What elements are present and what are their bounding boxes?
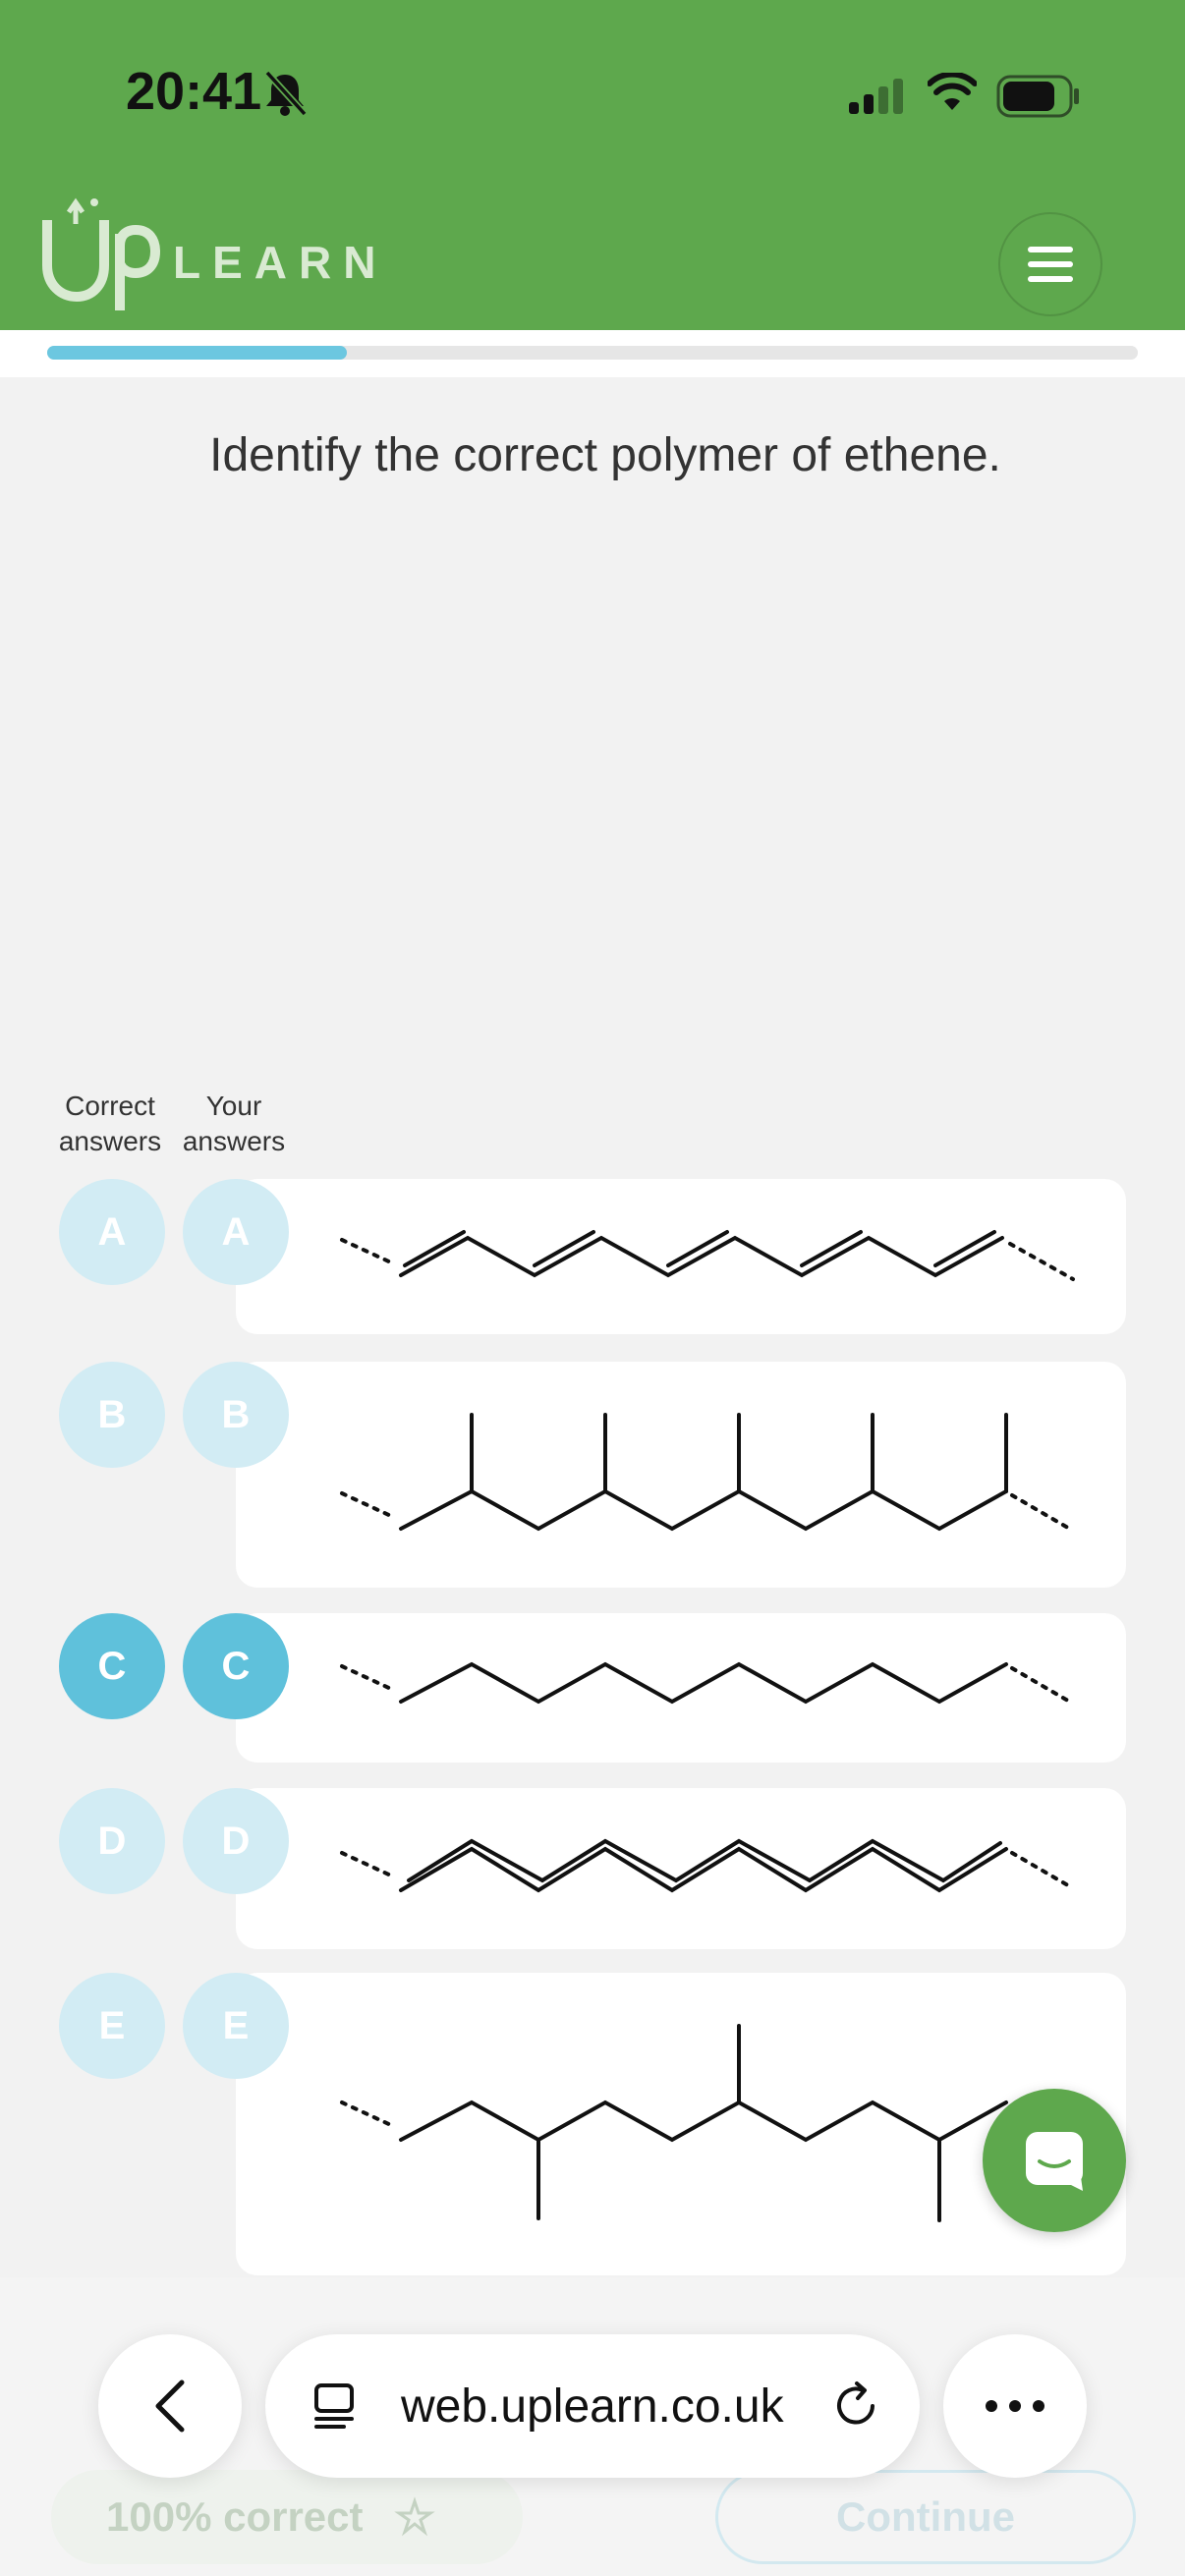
status-time: 20:41 xyxy=(126,62,262,121)
your-answers-label: Your answers xyxy=(175,1089,293,1159)
correct-badge-d: D xyxy=(59,1788,165,1894)
option-card-c[interactable] xyxy=(236,1613,1126,1763)
question-text: Identify the correct polymer of ethene. xyxy=(209,429,1001,481)
score-pill: 100% correct xyxy=(51,2470,523,2564)
structure-d-alternating-double-bonds xyxy=(340,1838,1075,1893)
menu-button[interactable] xyxy=(998,212,1102,316)
url-text: web.uplearn.co.uk xyxy=(401,2380,784,2433)
your-label-line2: answers xyxy=(182,1126,286,1156)
browser-more-button[interactable] xyxy=(943,2334,1087,2478)
chat-button[interactable] xyxy=(983,2089,1126,2232)
chat-icon xyxy=(1026,2132,1083,2191)
wifi-icon xyxy=(928,73,977,110)
browser-back-button[interactable] xyxy=(98,2334,242,2478)
menu-icon xyxy=(1028,247,1073,282)
score-label: 100% correct xyxy=(106,2493,364,2540)
progress-track xyxy=(47,346,1138,360)
option-card-b[interactable] xyxy=(236,1362,1126,1588)
battery-icon xyxy=(996,75,1079,118)
reload-icon[interactable] xyxy=(829,2380,882,2433)
your-answer-badge-c[interactable]: C xyxy=(183,1613,289,1719)
back-chevron-icon xyxy=(155,2380,185,2433)
correct-label-line2: answers xyxy=(58,1126,162,1156)
structure-b-polypropene xyxy=(340,1413,1075,1533)
correct-answers-label: Correct answers xyxy=(51,1089,169,1159)
ethene-structure-image xyxy=(367,724,931,848)
your-answer-badge-e[interactable]: E xyxy=(183,1973,289,2079)
tabs-icon xyxy=(314,2383,354,2429)
continue-label: Continue xyxy=(836,2493,1015,2540)
your-answer-badge-d[interactable]: D xyxy=(183,1788,289,1894)
option-card-a[interactable] xyxy=(236,1179,1126,1334)
structure-a-conjugated-polyene xyxy=(340,1230,1075,1281)
uplearn-logo[interactable] xyxy=(39,195,167,312)
your-answer-badge-b[interactable]: B xyxy=(183,1362,289,1468)
more-icon xyxy=(986,2400,1044,2412)
correct-label-line1: Correct xyxy=(65,1091,155,1121)
progress-fill xyxy=(47,346,348,360)
progress-area xyxy=(0,330,1185,377)
logo-text: LEARN xyxy=(173,237,388,288)
signal-icon xyxy=(849,79,903,114)
correct-badge-c: C xyxy=(59,1613,165,1719)
correct-badge-b: B xyxy=(59,1362,165,1468)
sparkle-star-icon xyxy=(393,2496,435,2537)
bell-slash-icon xyxy=(264,70,308,117)
correct-badge-a: A xyxy=(59,1179,165,1285)
option-card-d[interactable] xyxy=(236,1788,1126,1949)
url-bar[interactable]: web.uplearn.co.uk xyxy=(265,2334,920,2478)
structure-c-polyethene xyxy=(340,1661,1075,1706)
your-answer-badge-a[interactable]: A xyxy=(183,1179,289,1285)
continue-button[interactable]: Continue xyxy=(715,2470,1136,2564)
your-label-line1: Your xyxy=(205,1091,262,1121)
correct-badge-e: E xyxy=(59,1973,165,2079)
